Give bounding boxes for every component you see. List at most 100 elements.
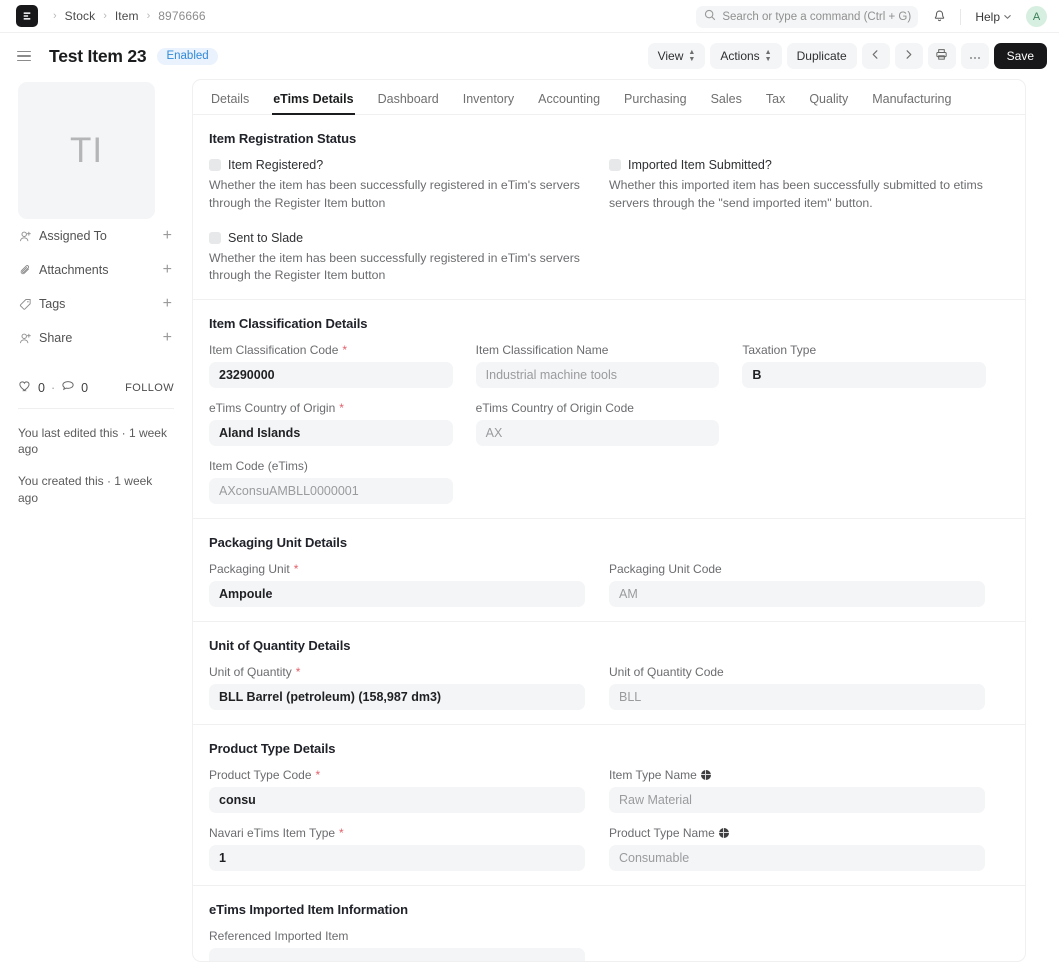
section-title: Item Classification Details [209,316,368,332]
breadcrumb-separator: › [146,10,151,22]
breadcrumb-separator: › [103,10,107,22]
field-navari-etims-item-type: Navari eTims Item Type * 1 [209,826,585,872]
field-sent-to-slade[interactable]: Sent to Slade [209,231,585,245]
sidebar-label: Tags [39,297,66,311]
view-button[interactable]: View ▲ ▼ [647,43,706,69]
duplicate-button[interactable]: Duplicate [786,43,857,69]
actions-button[interactable]: Actions ▲ ▼ [710,43,782,69]
tag-icon [18,298,32,311]
print-button[interactable] [927,43,956,69]
field-label: Packaging Unit Code [609,562,722,577]
tab-dashboard[interactable]: Dashboard [366,92,451,115]
hamburger-icon[interactable] [17,47,35,65]
field-label-wrap: Item Classification Name [476,343,720,357]
tab-tax[interactable]: Tax [754,92,797,115]
bell-icon[interactable] [928,6,950,28]
field-label: Unit of Quantity Code [609,665,724,680]
packaging-unit-input[interactable]: Ampoule [209,581,585,608]
form-tabs: Details eTims Details Dashboard Inventor… [193,80,1025,115]
comment-count: 0 [81,380,89,395]
registration-left-column: Item Registered? Whether the item has be… [209,158,609,285]
add-share-button[interactable]: + [161,330,174,346]
required-marker: * [295,665,301,680]
tab-inventory[interactable]: Inventory [451,92,526,115]
field-label: Product Type Name [609,826,715,841]
ellipsis-icon [968,49,982,63]
item-type-name-input[interactable]: Raw Material [609,787,985,814]
field-label: Item Classification Name [475,343,609,358]
tab-manufacturing[interactable]: Manufacturing [860,92,963,115]
sidebar-label: Attachments [39,263,109,277]
sent-to-slade-checkbox[interactable] [209,231,221,244]
field-label-wrap: Referenced Imported Item [209,929,585,943]
sidebar-label: Assigned To [39,229,107,243]
etims-country-of-origin-code-input[interactable]: AX [475,420,720,447]
item-classification-name-input[interactable]: Industrial machine tools [475,362,720,389]
breadcrumb-item-item[interactable]: Item [110,7,144,25]
field-label: Imported Item Submitted? [628,158,772,172]
more-options-button[interactable] [960,43,989,69]
search-input[interactable]: Search or type a command (Ctrl + G) [696,5,919,28]
add-tag-button[interactable]: + [161,296,174,312]
item-classification-code-input[interactable]: 23290000 [209,362,453,389]
add-assignment-button[interactable]: + [161,228,174,244]
actions-label: Actions [720,49,760,63]
field-imported-item-submitted[interactable]: Imported Item Submitted? [609,158,985,172]
item-registered-checkbox[interactable] [209,159,221,171]
field-item-registered[interactable]: Item Registered? [209,158,585,172]
sidebar-item-tags[interactable]: Tags + [18,287,174,321]
field-label: Unit of Quantity [209,665,292,680]
field-label: Item Classification Code [209,343,339,358]
referenced-imported-item-input[interactable] [209,948,585,961]
item-code-etims-input[interactable]: AXconsuAMBLL0000001 [209,478,453,505]
tab-accounting[interactable]: Accounting [526,92,612,115]
sidebar-item-share[interactable]: Share + [18,321,174,355]
globe-icon [700,770,711,781]
tab-details[interactable]: Details [199,92,261,115]
taxation-type-input[interactable]: B [742,362,986,389]
etims-country-of-origin-input[interactable]: Aland Islands [209,420,453,447]
heart-icon[interactable] [18,379,32,396]
follow-button[interactable]: FOLLOW [125,382,174,394]
registration-right-column: Imported Item Submitted? Whether this im… [609,158,1009,285]
tab-sales[interactable]: Sales [699,92,754,115]
product-type-code-input[interactable]: consu [209,787,585,814]
prev-record-button[interactable] [861,43,890,69]
add-attachment-button[interactable]: + [161,262,174,278]
tab-etims-details[interactable]: eTims Details [261,92,365,115]
field-etims-country-of-origin-code: eTims Country of Origin Code AX [475,401,743,459]
tab-quality[interactable]: Quality [797,92,860,115]
field-label: Referenced Imported Item [209,929,349,944]
unit-of-quantity-code-input[interactable]: BLL [609,684,985,711]
tab-purchasing[interactable]: Purchasing [612,92,699,115]
avatar[interactable]: A [1026,6,1047,27]
field-unit-of-quantity: Unit of Quantity * BLL Barrel (petroleum… [209,665,609,711]
help-menu[interactable]: Help [971,8,1016,26]
packaging-unit-code-input[interactable]: AM [609,581,985,608]
status-badge: Enabled [157,47,218,65]
breadcrumb: › Stock › Item › 8976666 [52,7,211,25]
required-marker: * [315,768,321,783]
imported-item-submitted-checkbox[interactable] [609,159,621,171]
unit-of-quantity-input[interactable]: BLL Barrel (petroleum) (158,987 dm3) [209,684,585,711]
comment-icon[interactable] [61,379,75,396]
field-label-wrap: eTims Country of Origin * [209,401,453,415]
sidebar-item-assigned-to[interactable]: Assigned To + [18,219,174,253]
erpnext-logo-icon[interactable] [16,5,38,27]
product-type-name-input[interactable]: Consumable [609,845,985,872]
navari-etims-item-type-input[interactable]: 1 [209,845,585,872]
section-title: Item Registration Status [209,131,357,146]
section-etims-imported-item-information: eTims Imported Item Information Referenc… [193,886,1025,961]
field-label-wrap: Unit of Quantity Code [609,665,985,679]
field-label: eTims Country of Origin Code [475,401,634,416]
next-record-button[interactable] [894,43,923,69]
form-card: Details eTims Details Dashboard Inventor… [192,79,1026,962]
item-thumbnail[interactable]: TI [18,82,155,219]
save-button[interactable]: Save [993,43,1047,69]
breadcrumb-item-stock[interactable]: Stock [60,7,101,25]
last-edited-note: You last edited this · 1 week ago [18,426,167,457]
sidebar-item-attachments[interactable]: Attachments + [18,253,174,287]
breadcrumb-item-id[interactable]: 8976666 [153,7,210,25]
sidebar-label: Share [39,331,73,345]
view-label: View [657,49,684,63]
